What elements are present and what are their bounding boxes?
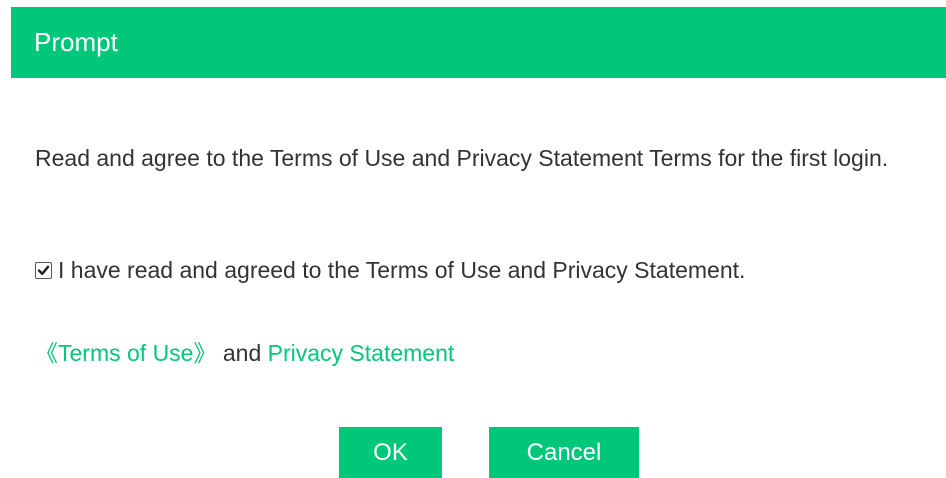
privacy-statement-link[interactable]: Privacy Statement	[268, 340, 455, 366]
cancel-button[interactable]: Cancel	[489, 427, 639, 478]
dialog-message: Read and agree to the Terms of Use and P…	[35, 145, 889, 171]
checkmark-icon	[37, 265, 50, 275]
and-text: and	[222, 340, 262, 366]
ok-button[interactable]: OK	[339, 427, 442, 478]
agree-label[interactable]: I have read and agreed to the Terms of U…	[58, 257, 745, 283]
agree-row: I have read and agreed to the Terms of U…	[35, 250, 935, 290]
agree-checkbox[interactable]	[35, 262, 52, 279]
terms-of-use-link[interactable]: 《Terms of Use》	[35, 340, 216, 366]
dialog-title: Prompt	[11, 7, 946, 78]
terms-links-row: 《Terms of Use》 and Privacy Statement	[35, 333, 454, 373]
prompt-dialog: Prompt Read and agree to the Terms of Us…	[0, 0, 946, 478]
